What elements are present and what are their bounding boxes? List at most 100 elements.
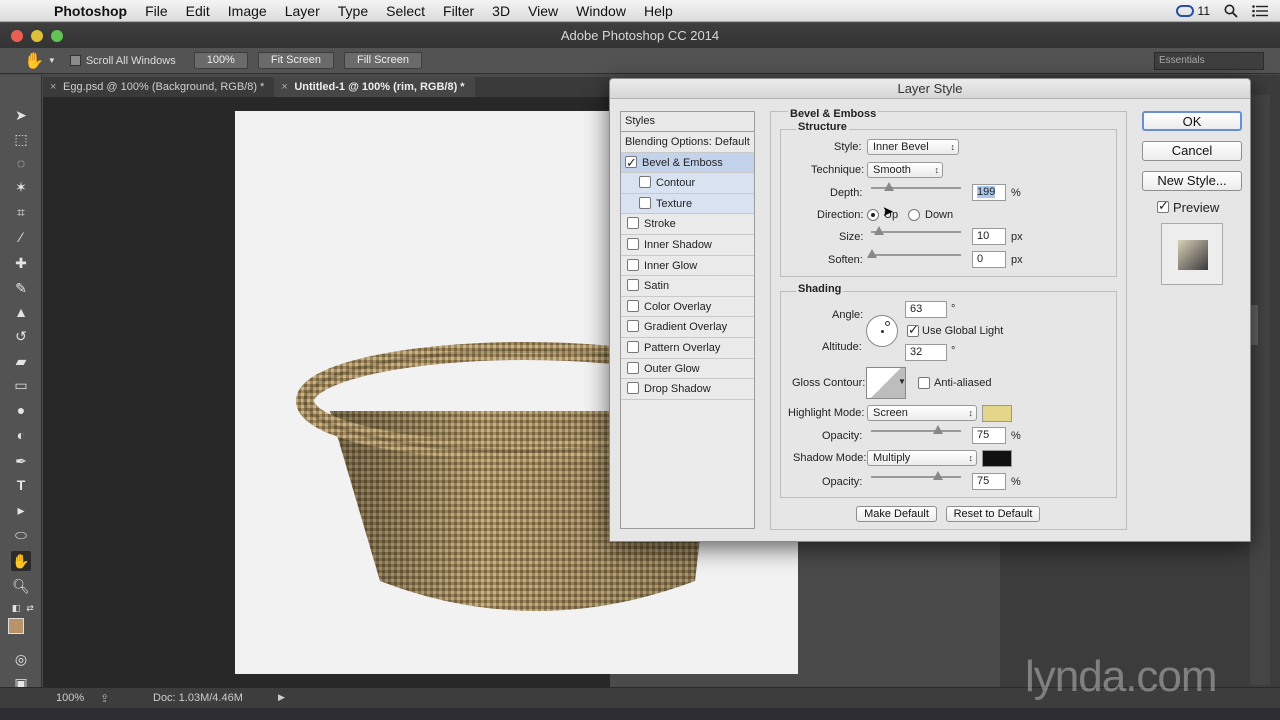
zoom-100-button[interactable]: 100% — [193, 52, 248, 69]
close-window-button[interactable] — [11, 30, 23, 42]
gloss-contour-dropdown-icon[interactable]: ▼ — [898, 377, 906, 386]
workspace-select[interactable]: Essentials — [1154, 52, 1264, 70]
style-stroke[interactable]: Stroke — [621, 214, 754, 235]
blur-tool-icon[interactable]: ● — [11, 400, 31, 420]
shadow-opacity-thumb[interactable] — [933, 471, 943, 480]
angle-dial[interactable] — [866, 315, 898, 347]
menu-help[interactable]: Help — [644, 3, 673, 19]
share-icon[interactable]: ⇪ — [100, 692, 109, 705]
foreground-color-swatch[interactable] — [8, 618, 24, 634]
magic-wand-tool-icon[interactable]: ✶ — [11, 177, 31, 197]
fit-screen-button[interactable]: Fit Screen — [257, 52, 334, 69]
ok-button[interactable]: OK — [1142, 111, 1242, 131]
highlight-color-swatch[interactable] — [982, 405, 1012, 422]
stroke-checkbox[interactable] — [627, 217, 639, 230]
style-inner-glow[interactable]: Inner Glow — [621, 256, 754, 277]
brush-tool-icon[interactable]: ✎ — [11, 278, 31, 298]
ellipse-tool-icon[interactable]: ⬭ — [11, 525, 31, 545]
dodge-tool-icon[interactable]: ◐ — [11, 425, 31, 445]
soften-field[interactable]: 0 — [972, 251, 1006, 268]
menu-select[interactable]: Select — [386, 3, 425, 19]
menu-edit[interactable]: Edit — [186, 3, 210, 19]
style-gradient-overlay[interactable]: Gradient Overlay — [621, 317, 754, 338]
minimize-window-button[interactable] — [31, 30, 43, 42]
gradient-tool-icon[interactable]: ▭ — [11, 375, 31, 395]
menu-layer[interactable]: Layer — [285, 3, 320, 19]
highlight-mode-select[interactable]: Screen — [867, 405, 977, 421]
eyedropper-tool-icon[interactable]: ⁄ — [11, 227, 31, 247]
preview-checkbox[interactable] — [1157, 198, 1169, 214]
new-style-button[interactable]: New Style... — [1142, 171, 1242, 191]
angle-field[interactable]: 63 — [905, 301, 947, 318]
type-tool-icon[interactable]: T — [11, 475, 31, 495]
drop-shadow-checkbox[interactable] — [627, 382, 639, 395]
shadow-opacity-field[interactable]: 75 — [972, 473, 1006, 490]
depth-field[interactable]: 199 — [972, 184, 1006, 201]
cancel-button[interactable]: Cancel — [1142, 141, 1242, 161]
style-outer-glow[interactable]: Outer Glow — [621, 359, 754, 380]
healing-brush-tool-icon[interactable]: ✚ — [11, 253, 31, 273]
status-menu-arrow-icon[interactable]: ▶ — [278, 692, 285, 703]
creative-cloud-status[interactable]: 11 — [1175, 4, 1210, 18]
pen-tool-icon[interactable]: ✒ — [11, 451, 31, 471]
texture-checkbox[interactable] — [639, 196, 651, 209]
soften-slider-thumb[interactable] — [867, 249, 877, 258]
inner-shadow-checkbox[interactable] — [627, 237, 639, 250]
make-default-button[interactable]: Make Default — [856, 506, 937, 522]
status-zoom[interactable]: 100% — [56, 692, 84, 704]
shadow-color-swatch[interactable] — [982, 450, 1012, 467]
pattern-overlay-checkbox[interactable] — [627, 340, 639, 353]
menu-file[interactable]: File — [145, 3, 168, 19]
style-drop-shadow[interactable]: Drop Shadow — [621, 379, 754, 400]
move-tool-icon[interactable]: ➤ — [11, 105, 31, 125]
hand-tool-preset-icon[interactable]: ✋ — [24, 51, 44, 71]
menu-type[interactable]: Type — [338, 3, 368, 19]
shadow-opacity-slider[interactable] — [871, 471, 961, 482]
satin-checkbox[interactable] — [627, 279, 639, 292]
technique-select[interactable]: Smooth — [867, 162, 943, 178]
direction-down-radio[interactable] — [908, 209, 920, 221]
bevel-emboss-checkbox[interactable] — [625, 153, 637, 173]
contour-checkbox[interactable] — [639, 176, 651, 189]
swap-colors-icon[interactable]: ⇄ — [20, 598, 40, 618]
notification-list-icon[interactable] — [1252, 5, 1268, 17]
panel-scrollbar[interactable] — [1250, 305, 1258, 345]
highlight-opacity-slider[interactable] — [871, 425, 961, 436]
anti-aliased-checkbox[interactable] — [918, 377, 930, 389]
close-tab-icon[interactable]: × — [281, 77, 287, 97]
menu-view[interactable]: View — [528, 3, 558, 19]
scroll-all-checkbox[interactable] — [69, 55, 81, 66]
bevel-style-select[interactable]: Inner Bevel — [867, 139, 959, 155]
tool-preset-dropdown-icon[interactable]: ▼ — [48, 56, 56, 65]
close-tab-icon[interactable]: × — [50, 77, 56, 97]
menu-window[interactable]: Window — [576, 3, 626, 19]
style-pattern-overlay[interactable]: Pattern Overlay — [621, 338, 754, 359]
reset-to-default-button[interactable]: Reset to Default — [946, 506, 1040, 522]
fill-screen-button[interactable]: Fill Screen — [343, 52, 422, 69]
eraser-tool-icon[interactable]: ▰ — [11, 351, 31, 371]
zoom-tool-icon[interactable]: 🔍︎ — [11, 576, 31, 596]
styles-header[interactable]: Styles — [621, 112, 754, 132]
style-satin[interactable]: Satin — [621, 276, 754, 297]
size-field[interactable]: 10 — [972, 228, 1006, 245]
gradient-overlay-checkbox[interactable] — [627, 320, 639, 333]
depth-slider-thumb[interactable] — [884, 182, 894, 191]
spotlight-search-icon[interactable] — [1224, 4, 1238, 18]
depth-slider[interactable] — [871, 182, 961, 193]
history-brush-tool-icon[interactable]: ↺ — [11, 326, 31, 346]
style-contour[interactable]: Contour — [621, 173, 754, 194]
color-overlay-checkbox[interactable] — [627, 299, 639, 312]
hand-tool-icon[interactable]: ✋ — [11, 551, 31, 571]
soften-slider[interactable] — [867, 249, 961, 260]
lasso-tool-icon[interactable]: ◌ — [11, 153, 31, 173]
style-color-overlay[interactable]: Color Overlay — [621, 297, 754, 318]
tab-untitled[interactable]: × Untitled-1 @ 100% (rim, RGB/8) * — [274, 77, 475, 97]
size-slider[interactable] — [871, 226, 961, 237]
outer-glow-checkbox[interactable] — [627, 361, 639, 374]
menu-filter[interactable]: Filter — [443, 3, 474, 19]
menu-app-name[interactable]: Photoshop — [54, 3, 127, 19]
shadow-mode-select[interactable]: Multiply — [867, 450, 977, 466]
marquee-tool-icon[interactable]: ⬚ — [11, 129, 31, 149]
zoom-window-button[interactable] — [51, 30, 63, 42]
style-texture[interactable]: Texture — [621, 193, 754, 215]
